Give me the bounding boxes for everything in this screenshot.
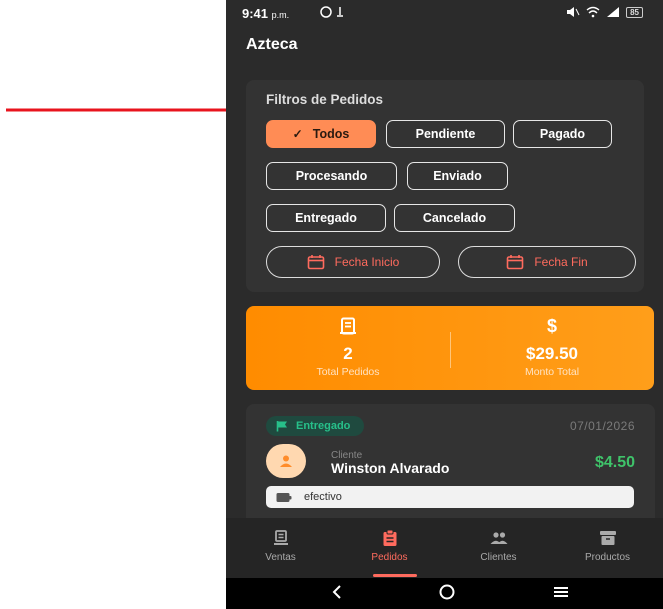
- avatar: [266, 444, 306, 478]
- payment-method-label: efectivo: [304, 491, 342, 503]
- order-date: 07/01/2026: [569, 419, 635, 433]
- nav-item-pedidos[interactable]: Pedidos: [335, 528, 444, 563]
- nav-label: Ventas: [265, 552, 296, 563]
- filters-title: Filtros de Pedidos: [266, 92, 384, 107]
- back-icon[interactable]: [330, 583, 344, 606]
- filter-chip-enviado[interactable]: Enviado: [407, 162, 508, 190]
- recents-icon[interactable]: [552, 583, 570, 606]
- filter-chip-entregado[interactable]: Entregado: [266, 204, 386, 232]
- system-navigation-bar: [226, 578, 663, 609]
- date-start-label: Fecha Inicio: [334, 255, 400, 269]
- wifi-icon: [586, 6, 600, 18]
- status-time: 9:41 p.m.: [242, 6, 290, 21]
- filter-chip-label: Entregado: [295, 211, 357, 225]
- calendar-icon: [307, 255, 324, 270]
- register-icon: [226, 528, 335, 548]
- filter-chip-pendiente[interactable]: Pendiente: [386, 120, 505, 148]
- total-amount-column: $ $29.50 Monto Total: [450, 314, 654, 379]
- check-icon: ✓: [292, 127, 303, 141]
- receipt-icon: [246, 314, 450, 338]
- date-end-button[interactable]: Fecha Fin: [458, 246, 636, 278]
- filter-chip-label: Pagado: [539, 127, 586, 141]
- filter-chip-pagado[interactable]: Pagado: [513, 120, 612, 148]
- annotation-arrow: [6, 102, 244, 118]
- person-icon: [280, 455, 292, 467]
- notification-icons: [320, 6, 348, 21]
- home-icon[interactable]: [438, 583, 456, 606]
- filter-chip-todos[interactable]: ✓ Todos: [266, 120, 376, 148]
- date-end-label: Fecha Fin: [534, 255, 588, 269]
- client-name: Winston Alvarado: [331, 460, 450, 476]
- total-orders-value: 2: [343, 344, 353, 363]
- battery-icon: 85: [626, 6, 643, 18]
- signal-icon: [607, 7, 620, 17]
- filter-chip-label: Pendiente: [415, 127, 476, 141]
- total-orders-label: Total Pedidos: [316, 366, 380, 378]
- active-tab-indicator: [373, 574, 417, 577]
- filters-card: Filtros de Pedidos ✓ Todos Pendiente Pag…: [246, 80, 644, 292]
- status-bar: 9:41 p.m. 85: [226, 0, 663, 28]
- filter-chip-cancelado[interactable]: Cancelado: [394, 204, 515, 232]
- filter-chip-label: Enviado: [433, 169, 482, 183]
- nav-label: Pedidos: [371, 552, 408, 563]
- mute-icon: [567, 7, 580, 17]
- order-amount: $4.50: [594, 454, 635, 471]
- order-card[interactable]: Entregado 07/01/2026 Cliente Winston Alv…: [246, 404, 655, 534]
- whatsapp-icon: [320, 6, 343, 18]
- total-amount-value: $29.50: [526, 344, 578, 363]
- calendar-icon: [507, 255, 524, 270]
- people-icon: [444, 528, 553, 548]
- filter-chip-procesando[interactable]: Procesando: [266, 162, 397, 190]
- payment-method-row: efectivo: [266, 486, 634, 508]
- flag-icon: [276, 421, 287, 432]
- nav-item-ventas[interactable]: Ventas: [226, 528, 335, 563]
- summary-card: 2 Total Pedidos $ $29.50 Monto Total: [246, 306, 654, 390]
- filter-chip-label: Cancelado: [422, 211, 487, 225]
- clipboard-icon: [335, 528, 444, 548]
- filter-chip-label: Procesando: [295, 169, 368, 183]
- total-amount-label: Monto Total: [524, 366, 580, 378]
- filter-chip-label: Todos: [312, 127, 350, 141]
- date-start-button[interactable]: Fecha Inicio: [266, 246, 440, 278]
- inventory-icon: [553, 528, 662, 548]
- wallet-icon: [276, 492, 292, 502]
- status-badge-label: Entregado: [296, 420, 351, 432]
- nav-item-clientes[interactable]: Clientes: [444, 528, 553, 563]
- nav-item-productos[interactable]: Productos: [553, 528, 662, 563]
- status-right-icons: 85: [566, 6, 643, 18]
- status-badge: Entregado: [266, 416, 365, 436]
- app-title: Azteca: [246, 36, 298, 53]
- bottom-navigation: Ventas Pedidos Clientes Productos: [226, 518, 663, 578]
- nav-label: Clientes: [480, 552, 517, 563]
- total-orders-column: 2 Total Pedidos: [246, 314, 450, 378]
- dollar-icon: $: [546, 315, 557, 336]
- phone-screen: 9:41 p.m. 85 Azteca Filtros de Pedidos ✓…: [226, 0, 663, 609]
- nav-label: Productos: [584, 552, 631, 563]
